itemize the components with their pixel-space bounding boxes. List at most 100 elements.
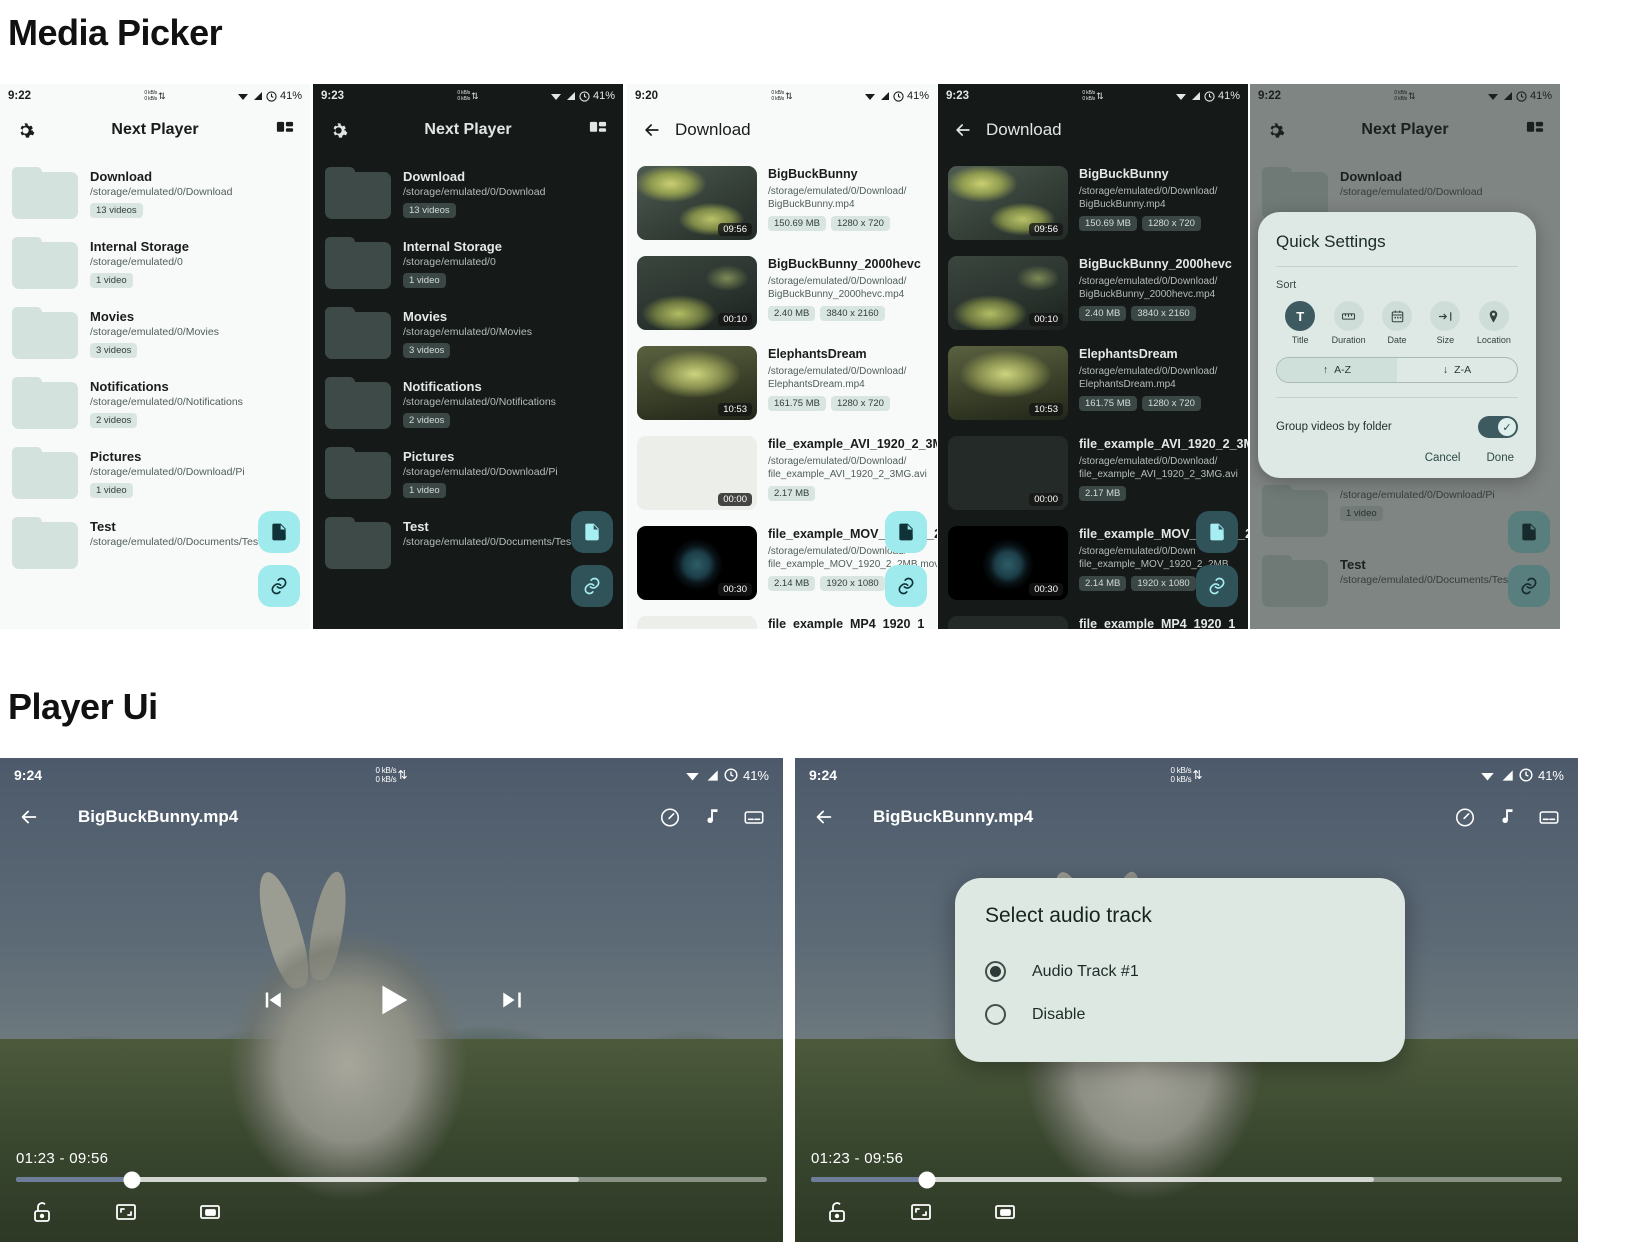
list-item[interactable]: Pictures/storage/emulated/0/Download/Pi 1… (0, 438, 310, 508)
signal-icon (1500, 769, 1514, 782)
sort-option-duration[interactable]: Duration (1324, 301, 1372, 345)
speed-icon[interactable] (1454, 806, 1476, 828)
sort-option-label: Date (1387, 335, 1407, 345)
subtitles-icon[interactable] (743, 806, 765, 828)
add-link-icon[interactable] (258, 565, 300, 607)
radio-unselected-icon[interactable] (985, 1004, 1006, 1025)
updown-arrows-icon: ⇅ (158, 90, 166, 101)
add-file-icon[interactable] (571, 511, 613, 553)
pip-icon[interactable] (991, 1198, 1019, 1226)
skip-previous-icon[interactable] (255, 983, 289, 1017)
video-path-line1: /storage/emulated/0/Download/ (768, 366, 907, 377)
list-item[interactable]: file_example_MP4_1920_1 (627, 608, 937, 629)
add-link-icon[interactable] (1196, 565, 1238, 607)
list-item[interactable]: Notifications/storage/emulated/0/Notific… (313, 368, 623, 438)
seek-progress (811, 1177, 928, 1182)
audio-track-option[interactable]: Disable (985, 993, 1375, 1036)
video-thumbnail: 09:56 (948, 166, 1068, 240)
radio-selected-icon[interactable] (985, 961, 1006, 982)
aspect-ratio-icon[interactable] (907, 1198, 935, 1226)
subtitles-icon[interactable] (1538, 806, 1560, 828)
back-arrow-icon[interactable] (18, 806, 40, 828)
list-item[interactable]: Movies/storage/emulated/0/Movies 3 videos (0, 298, 310, 368)
list-item[interactable]: 00:10 BigBuckBunny_2000hevc/storage/emul… (938, 248, 1248, 338)
grid-view-icon[interactable] (587, 119, 609, 141)
list-item[interactable]: Download/storage/emulated/0/Download 13 v… (313, 158, 623, 228)
seek-bar[interactable] (811, 1171, 1562, 1188)
list-item[interactable]: Internal Storage/storage/emulated/0 1 vid… (313, 228, 623, 298)
duration-badge: 00:00 (718, 493, 752, 506)
audio-track-icon[interactable] (701, 806, 723, 828)
list-item[interactable]: 10:53 ElephantsDream/storage/emulated/0/… (627, 338, 937, 428)
sort-option-date[interactable]: Date (1373, 301, 1421, 345)
video-list[interactable]: 09:56 BigBuckBunny/storage/emulated/0/Do… (938, 152, 1248, 629)
seek-bar[interactable] (16, 1171, 767, 1188)
back-arrow-icon[interactable] (813, 806, 835, 828)
sort-options: T Title Duration Date Size Location (1276, 301, 1518, 345)
list-item[interactable]: Download/storage/emulated/0/Download 13 v… (0, 158, 310, 228)
cancel-button[interactable]: Cancel (1425, 452, 1461, 464)
audio-track-option[interactable]: Audio Track #1 (985, 950, 1375, 993)
video-path-line1: /storage/emulated/0/Download/ (1079, 456, 1218, 467)
battery-saver-icon (724, 768, 738, 782)
add-file-icon[interactable] (258, 511, 300, 553)
rate-up: 0 kB/s (375, 766, 397, 775)
add-file-icon[interactable] (1196, 511, 1238, 553)
group-videos-row[interactable]: Group videos by folder ✓ (1276, 410, 1518, 442)
pip-icon[interactable] (196, 1198, 224, 1226)
list-item[interactable]: 10:53 ElephantsDream/storage/emulated/0/… (938, 338, 1248, 428)
dialog-divider (1276, 266, 1518, 267)
list-item[interactable]: Internal Storage/storage/emulated/0 1 vid… (0, 228, 310, 298)
done-button[interactable]: Done (1487, 452, 1515, 464)
list-item[interactable]: Pictures/storage/emulated/0/Download/Pi 1… (313, 438, 623, 508)
video-path-line1: /storage/emulated/0/Download/ (768, 186, 907, 197)
add-file-icon[interactable] (885, 511, 927, 553)
list-item[interactable]: 09:56 BigBuckBunny/storage/emulated/0/Do… (938, 158, 1248, 248)
play-icon[interactable] (367, 975, 417, 1025)
file-size-chip: 2.40 MB (768, 306, 816, 321)
list-item[interactable]: Movies/storage/emulated/0/Movies 3 videos (313, 298, 623, 368)
list-item[interactable]: Notifications/storage/emulated/0/Notific… (0, 368, 310, 438)
video-count-chip: 3 videos (403, 343, 451, 358)
list-item[interactable]: file_example_MP4_1920_1 (938, 608, 1248, 629)
video-list[interactable]: 09:56 BigBuckBunny/storage/emulated/0/Do… (627, 152, 937, 629)
aspect-ratio-icon[interactable] (112, 1198, 140, 1226)
back-arrow-icon[interactable] (641, 119, 663, 141)
back-arrow-icon[interactable] (952, 119, 974, 141)
file-size-chip: 2.17 MB (768, 486, 816, 501)
total-duration: 09:56 (69, 1150, 109, 1167)
add-link-icon[interactable] (571, 565, 613, 607)
sort-option-size[interactable]: Size (1421, 301, 1469, 345)
speed-icon[interactable] (659, 806, 681, 828)
duration-badge: 00:10 (718, 313, 752, 326)
sort-descending-button[interactable]: ↓ Z-A (1397, 358, 1517, 382)
skip-next-icon[interactable] (495, 983, 529, 1017)
list-item[interactable]: 00:10 BigBuckBunny_2000hevc/storage/emul… (627, 248, 937, 338)
list-item[interactable]: 00:00 file_example_AVI_1920_2_3MG/storag… (627, 428, 937, 518)
lock-open-icon[interactable] (28, 1198, 56, 1226)
group-videos-toggle[interactable]: ✓ (1478, 416, 1518, 438)
resolution-chip: 1280 x 720 (830, 396, 890, 411)
add-link-icon[interactable] (885, 565, 927, 607)
status-bar: 9:20 0 kB/s 0 kB/s ⇅ 41% (627, 84, 937, 108)
player-mode-controls (16, 1182, 767, 1232)
list-item[interactable]: 00:00 file_example_AVI_1920_2_3MG/storag… (938, 428, 1248, 518)
folder-icon (12, 447, 78, 499)
lock-open-icon[interactable] (823, 1198, 851, 1226)
folder-name: Notifications (90, 379, 169, 394)
seek-thumb[interactable] (918, 1171, 936, 1188)
audio-track-icon[interactable] (1496, 806, 1518, 828)
gear-icon[interactable] (327, 119, 349, 141)
folder-path: /storage/emulated/0/Download/Pi (403, 466, 558, 478)
file-size-chip: 2.14 MB (1079, 576, 1127, 591)
rate-down: 0 kB/s (144, 96, 158, 102)
grid-view-icon[interactable] (274, 119, 296, 141)
player-time-display: 01:23 - 09:56 (16, 1150, 767, 1167)
sort-option-location[interactable]: Location (1470, 301, 1518, 345)
list-item[interactable]: 09:56 BigBuckBunny/storage/emulated/0/Do… (627, 158, 937, 248)
gear-icon[interactable] (14, 119, 36, 141)
seek-thumb[interactable] (123, 1171, 141, 1188)
file-size-chip: 150.69 MB (1079, 216, 1137, 231)
sort-option-title[interactable]: T Title (1276, 301, 1324, 345)
sort-ascending-button[interactable]: ↑ A-Z (1277, 358, 1397, 382)
